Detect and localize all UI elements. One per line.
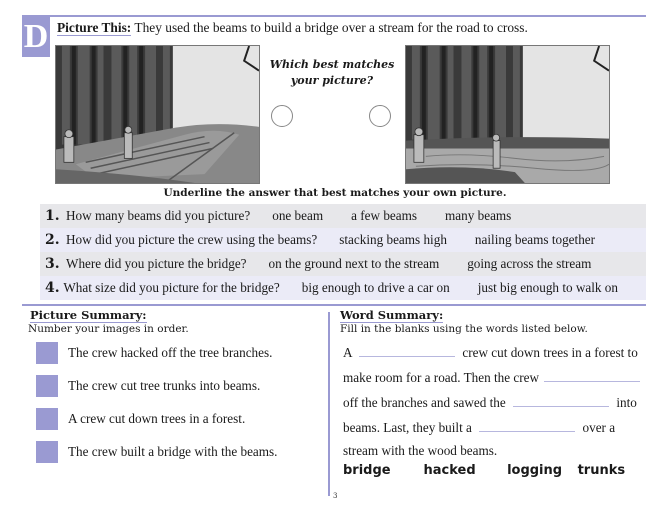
order-number-box[interactable]: [36, 342, 58, 364]
summary-item-text: The crew hacked off the tree branches.: [68, 345, 273, 360]
line-text: A: [343, 345, 352, 360]
blank-field[interactable]: [359, 343, 456, 357]
blank-field[interactable]: [544, 368, 641, 382]
page-number: 3: [333, 492, 338, 500]
line-text: crew cut down trees in a forest to: [462, 345, 638, 360]
answer-option[interactable]: on the ground next to the stream: [269, 256, 440, 272]
summary-item: A crew cut down trees in a forest.: [36, 407, 245, 431]
answer-option[interactable]: nailing beams together: [475, 232, 595, 248]
picture-summary-title: Picture Summary:: [30, 308, 147, 323]
question-row: 1. How many beams did you picture? one b…: [40, 204, 646, 228]
blank-field[interactable]: [479, 418, 576, 432]
word-summary-instruction: Fill in the blanks using the words liste…: [340, 323, 588, 335]
picture-this-text: They used the beams to build a bridge ov…: [134, 20, 528, 35]
question-number: 1.: [45, 208, 60, 224]
summary-item: The crew built a bridge with the beams.: [36, 440, 277, 464]
question-text: How did you picture the crew using the b…: [66, 232, 318, 247]
questions-table: 1. How many beams did you picture? one b…: [40, 204, 646, 300]
question-number: 2.: [45, 232, 60, 248]
word-summary-line: make room for a road. Then the crew: [343, 368, 641, 386]
answer-option[interactable]: big enough to drive a car on: [302, 280, 450, 296]
answer-option[interactable]: a few beams: [351, 208, 417, 224]
bridge-illustration: [56, 46, 259, 183]
picture-this-label: Picture This:: [57, 20, 132, 36]
line-text: over a: [582, 420, 616, 435]
stream-illustration: [406, 46, 609, 183]
question-number: 3.: [45, 256, 60, 272]
underline-instruction: Underline the answer that best matches y…: [163, 187, 507, 199]
section-letter-badge: D: [22, 16, 50, 57]
order-number-box[interactable]: [36, 408, 58, 430]
question-text: Where did you picture the bridge?: [66, 256, 247, 271]
line-text: off the branches and sawed the: [343, 395, 506, 410]
match-prompt-line-1: Which best matches: [269, 58, 395, 71]
word-bank-word: bridge: [343, 463, 391, 478]
line-text: make room for a road. Then the crew: [343, 370, 540, 385]
word-summary-line: off the branches and sawed the into: [343, 393, 637, 411]
select-bridge-picture-radio[interactable]: [271, 105, 293, 127]
question-text: What size did you picture for the bridge…: [63, 280, 280, 295]
column-divider: [328, 312, 330, 496]
summary-item: The crew cut tree trunks into beams.: [36, 374, 260, 398]
stream-picture: [405, 45, 610, 184]
picture-summary-instruction: Number your images in order.: [28, 323, 189, 335]
word-summary-line: stream with the wood beams.: [343, 443, 497, 459]
word-summary-title: Word Summary:: [340, 308, 444, 323]
answer-option[interactable]: just big enough to walk on: [478, 280, 618, 296]
match-prompt: Which best matches your picture?: [262, 57, 402, 89]
word-bank: bridge hacked logging trunks: [343, 463, 625, 478]
question-text: How many beams did you picture?: [66, 208, 251, 223]
answer-option[interactable]: going across the stream: [467, 256, 591, 272]
line-text: beams. Last, they built a: [343, 420, 472, 435]
order-number-box[interactable]: [36, 441, 58, 463]
line-text: stream with the wood beams.: [343, 443, 498, 458]
summary-item-text: The crew cut tree trunks into beams.: [68, 378, 261, 393]
bridge-picture: [55, 45, 260, 184]
match-prompt-line-2: your picture?: [290, 74, 374, 87]
word-bank-word: logging: [507, 463, 563, 478]
question-number: 4.: [45, 280, 60, 296]
picture-this-line: Picture This: They used the beams to bui…: [57, 20, 528, 36]
middle-divider: [22, 304, 646, 306]
question-row: 4. What size did you picture for the bri…: [40, 276, 646, 300]
word-summary-line: beams. Last, they built a over a: [343, 418, 615, 436]
summary-item-text: A crew cut down trees in a forest.: [68, 411, 246, 426]
summary-item: The crew hacked off the tree branches.: [36, 341, 272, 365]
answer-option[interactable]: many beams: [445, 208, 511, 224]
word-bank-word: trunks: [577, 463, 626, 478]
question-row: 3. Where did you picture the bridge? on …: [40, 252, 646, 276]
order-number-box[interactable]: [36, 375, 58, 397]
word-summary-line: A crew cut down trees in a forest to: [343, 343, 638, 361]
top-divider: [22, 15, 646, 17]
answer-option[interactable]: stacking beams high: [339, 232, 447, 248]
question-row: 2. How did you picture the crew using th…: [40, 228, 646, 252]
line-text: into: [616, 395, 637, 410]
answer-option[interactable]: one beam: [272, 208, 323, 224]
summary-item-text: The crew built a bridge with the beams.: [68, 444, 278, 459]
blank-field[interactable]: [513, 393, 610, 407]
select-stream-picture-radio[interactable]: [369, 105, 391, 127]
word-bank-word: hacked: [423, 463, 476, 478]
